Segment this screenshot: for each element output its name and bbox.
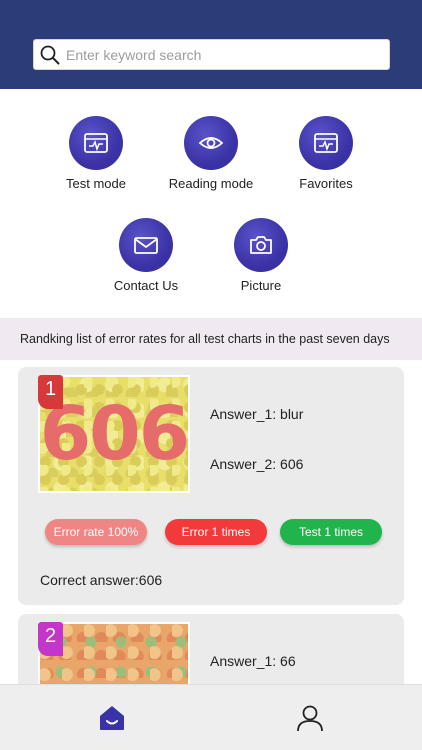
menu-reading-mode[interactable]: Reading mode — [156, 116, 266, 191]
search-bar[interactable] — [33, 39, 390, 70]
rank-badge: 1 — [38, 375, 63, 409]
ranking-card[interactable]: 606 1 Answer_1: blur Answer_2: 606 Error… — [18, 367, 404, 605]
bottom-tab-bar — [0, 684, 422, 750]
error-count-badge: Error 1 times — [165, 519, 267, 545]
menu-label: Test mode — [66, 176, 126, 191]
answer-1: Answer_1: blur — [210, 406, 304, 422]
menu-test-mode[interactable]: Test mode — [41, 116, 151, 191]
home-icon — [100, 706, 124, 730]
test-count-badge: Test 1 times — [280, 519, 382, 545]
header — [0, 0, 422, 89]
camera-icon — [234, 218, 288, 272]
answer-1: Answer_1: 66 — [210, 653, 296, 669]
eye-icon — [184, 116, 238, 170]
rank-badge: 2 — [38, 622, 63, 656]
correct-answer: Correct answer:606 — [40, 572, 163, 588]
answer-2: Answer_2: 606 — [210, 456, 304, 472]
ranking-banner: Randking list of error rates for all tes… — [0, 318, 422, 360]
error-rate-badge: Error rate 100% — [45, 519, 147, 545]
menu-label: Favorites — [299, 176, 353, 191]
mail-icon — [119, 218, 173, 272]
user-icon — [297, 705, 323, 732]
search-input[interactable] — [66, 46, 366, 63]
menu-label: Contact Us — [113, 278, 179, 293]
browser-chart-icon — [299, 116, 353, 170]
menu-label: Picture — [240, 278, 282, 293]
menu-contact-us[interactable]: Contact Us — [91, 218, 201, 293]
menu-favorites[interactable]: Favorites — [271, 116, 381, 191]
browser-chart-icon — [69, 116, 123, 170]
search-icon — [40, 45, 60, 64]
menu-label: Reading mode — [168, 176, 254, 191]
tab-profile[interactable] — [295, 703, 325, 733]
menu-picture[interactable]: Picture — [206, 218, 316, 293]
tab-home[interactable] — [97, 703, 127, 733]
